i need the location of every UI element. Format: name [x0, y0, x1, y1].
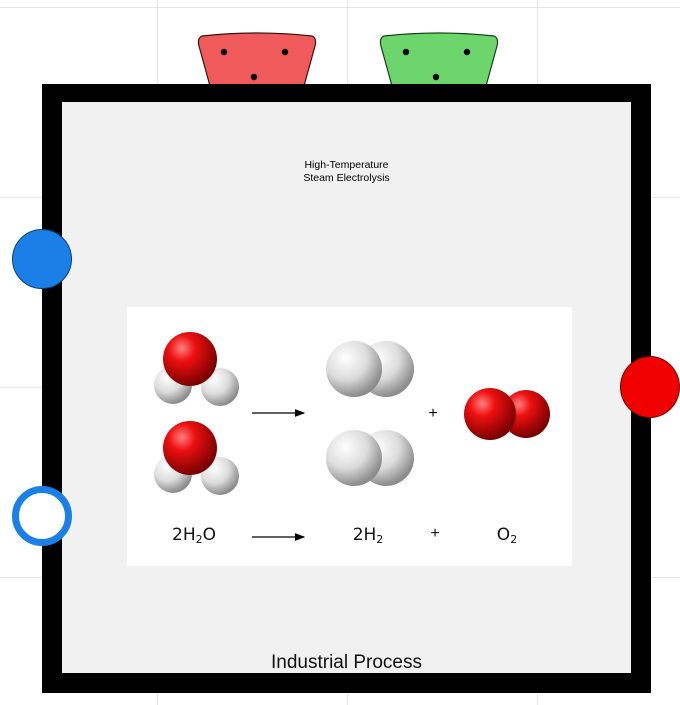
process-panel: High-Temperature Steam Electrolysis + 2H… — [62, 102, 631, 673]
reaction-illustration: + 2H2O 2H2 + O2 — [127, 307, 572, 566]
input-port-steam[interactable] — [12, 229, 72, 289]
plus-sign: + — [428, 405, 438, 422]
block-label: Industrial Process — [270, 652, 422, 673]
process-block[interactable]: High-Temperature Steam Electrolysis + 2H… — [42, 84, 651, 693]
water-molecule — [154, 421, 239, 495]
product-formula-oxygen: O2 — [496, 525, 518, 546]
plus-sign: + — [430, 525, 440, 542]
hydrogen-molecule — [326, 430, 414, 486]
output-port[interactable] — [620, 356, 680, 418]
title-line-1: High-Temperature — [304, 159, 389, 171]
title-line-2: Steam Electrolysis — [303, 172, 390, 184]
process-title: High-Temperature Steam Electrolysis — [62, 159, 631, 185]
grid-line — [0, 7, 680, 8]
hydrogen-molecule — [326, 341, 414, 397]
oxygen-molecule — [464, 388, 550, 440]
input-port-electricity[interactable] — [12, 486, 72, 546]
product-formula-hydrogen: 2H2 — [352, 525, 384, 546]
reactant-formula: 2H2O — [172, 525, 216, 546]
water-molecule — [154, 332, 239, 406]
